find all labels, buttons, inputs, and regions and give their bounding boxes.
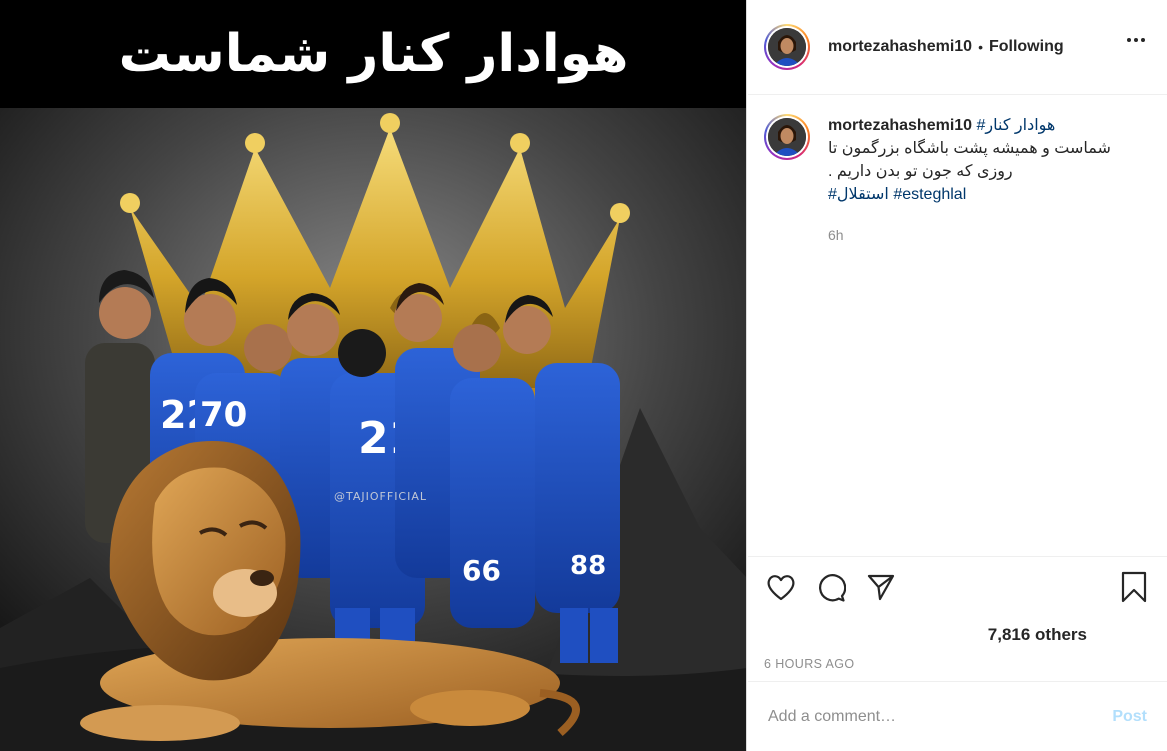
svg-text:66: 66 [462, 554, 501, 587]
avatar-image [768, 28, 806, 66]
banner-text: هوادار کنار شماست [118, 24, 629, 84]
caption-time[interactable]: 6h [828, 224, 1148, 247]
comment-icon[interactable] [814, 570, 848, 604]
caption-area: mortezahashemi10 #هوادار کنار شماست و هم… [748, 96, 1167, 556]
post-actions: 7,816 others 6 HOURS AGO [748, 556, 1167, 680]
caption-avatar[interactable] [764, 114, 810, 160]
post-sidebar: mortezahashemi10 • Following mortezahash… [748, 0, 1167, 751]
hashtag-link[interactable]: #esteghlal [893, 186, 966, 203]
more-options-icon[interactable] [1127, 38, 1145, 42]
hashtag-link[interactable]: #هوادار کنار [977, 117, 1056, 134]
caption-line: روزی که جون تو بدن داریم . [828, 163, 1013, 180]
header-separator: • [978, 39, 983, 55]
following-button[interactable]: Following [989, 38, 1064, 56]
caption-username[interactable]: mortezahashemi10 [828, 117, 972, 134]
caption-line: شماست و همیشه پشت باشگاه بزرگمون تا [828, 140, 1111, 157]
hashtag-link[interactable]: #استقلال [828, 186, 889, 203]
likes-count[interactable]: 7,816 others [764, 625, 1151, 645]
comment-form: Post [748, 681, 1167, 751]
bookmark-icon[interactable] [1117, 570, 1151, 604]
header-username[interactable]: mortezahashemi10 [828, 38, 972, 56]
caption-text: mortezahashemi10 #هوادار کنار شماست و هم… [828, 114, 1148, 247]
heart-icon[interactable] [764, 570, 798, 604]
image-banner: هوادار کنار شماست [0, 0, 746, 108]
svg-text:88: 88 [570, 551, 606, 581]
svg-text:70: 70 [200, 395, 247, 435]
avatar-image [768, 118, 806, 156]
post-comment-button[interactable]: Post [1112, 708, 1147, 726]
image-watermark: @TAJIOFFICIAL [334, 490, 428, 503]
post-timestamp[interactable]: 6 HOURS AGO [764, 657, 1151, 671]
team-lion-artwork: 22 70 21 66 88 [0, 108, 746, 751]
share-icon[interactable] [864, 570, 898, 604]
header-avatar[interactable] [764, 24, 810, 70]
post-image[interactable]: هوادار کنار شماست 22 70 21 66 88 @TAJIOF… [0, 0, 747, 751]
post-header: mortezahashemi10 • Following [748, 0, 1167, 95]
comment-input[interactable] [768, 707, 1113, 726]
